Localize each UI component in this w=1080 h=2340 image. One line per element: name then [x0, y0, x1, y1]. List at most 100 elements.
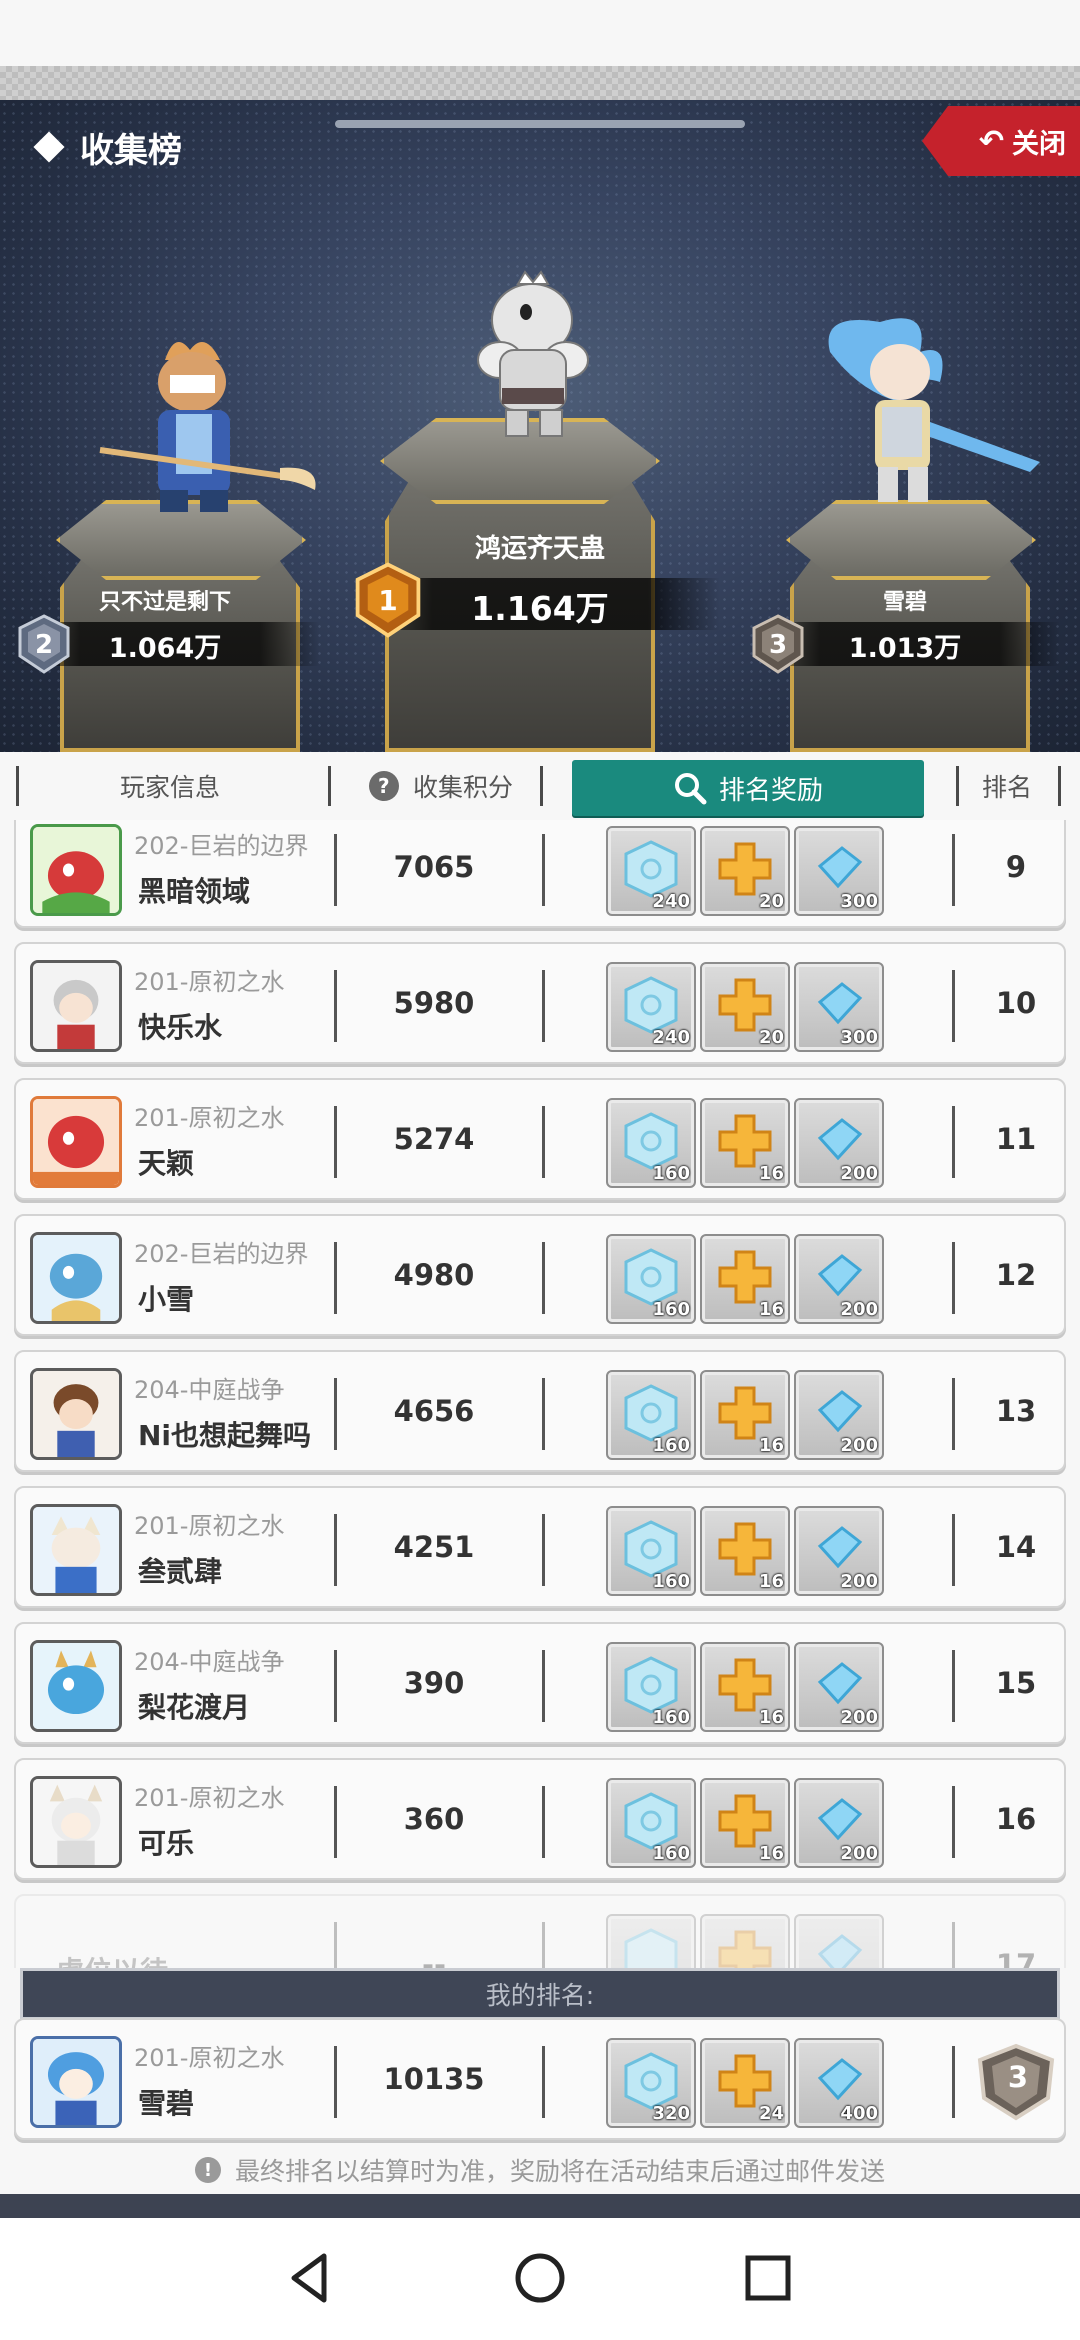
table-row[interactable]: 201-原初之水 可乐 360 160 16 200 16 [14, 1758, 1066, 1880]
reward-blue-gem[interactable]: 200 [794, 1642, 884, 1732]
divider [542, 1650, 545, 1722]
reward-count: 200 [840, 1707, 878, 1728]
champion-second-figure[interactable] [80, 330, 330, 520]
transparency-strip [0, 66, 1080, 100]
table-row[interactable]: 201-原初之水 快乐水 5980 240 20 300 10 [14, 942, 1066, 1064]
reward-gold-cross[interactable]: 16 [700, 1506, 790, 1596]
reward-count: 240 [652, 891, 690, 912]
server-name: 204-中庭战争 [134, 1648, 285, 1676]
tab-rank[interactable]: 排名 [962, 758, 1052, 814]
reward-count: 200 [840, 1435, 878, 1456]
divider [952, 1242, 955, 1314]
home-icon[interactable] [510, 2248, 570, 2308]
rank-value: 9 [1005, 850, 1027, 884]
podium-score-third: 1.013万 [848, 633, 962, 664]
reward-crystal-box[interactable]: 160 [606, 1778, 696, 1868]
player-name: 梨花渡月 [138, 1691, 251, 1724]
reward-gold-cross[interactable]: 16 [700, 1370, 790, 1460]
divider [952, 834, 955, 906]
reward-blue-gem[interactable]: 200 [794, 1506, 884, 1596]
reward-crystal-box[interactable]: 160 [606, 1642, 696, 1732]
avatar[interactable] [30, 2036, 122, 2128]
reward-gold-cross[interactable]: 16 [700, 1778, 790, 1868]
status-bar [0, 0, 1080, 66]
table-row[interactable]: 201-原初之水 天颖 5274 160 16 200 11 [14, 1078, 1066, 1200]
divider [542, 1786, 545, 1858]
avatar[interactable] [30, 1232, 122, 1324]
champion-first-figure[interactable] [440, 270, 630, 440]
divider [952, 970, 955, 1042]
reward-blue-gem[interactable]: 200 [794, 1370, 884, 1460]
tab-rank-reward-label: 排名奖励 [718, 775, 823, 806]
reward-crystal-box[interactable]: 240 [606, 962, 696, 1052]
drag-handle[interactable] [335, 120, 745, 128]
avatar[interactable] [30, 1096, 122, 1188]
reward-crystal-box[interactable]: 160 [606, 1098, 696, 1188]
reward-blue-gem[interactable]: 300 [794, 826, 884, 916]
reward-gold-cross[interactable]: 20 [700, 962, 790, 1052]
avatar[interactable] [30, 1776, 122, 1868]
footer-notice-text: 最终排名以结算时为准，奖励将在活动结束后通过邮件发送 [234, 2157, 885, 2186]
rank-value: 14 [995, 1530, 1037, 1564]
reward-blue-gem[interactable]: 200 [794, 1778, 884, 1868]
tab-divider [328, 766, 331, 806]
reward-count: 300 [840, 891, 878, 912]
table-row[interactable]: 201-原初之水 叁贰肆 4251 160 16 200 14 [14, 1486, 1066, 1608]
reward-gold-cross[interactable]: 16 [700, 1642, 790, 1732]
reward-crystal-box[interactable]: 160 [606, 1506, 696, 1596]
tab-player-info-label: 玩家信息 [119, 773, 220, 802]
reward-blue-gem[interactable]: 300 [794, 962, 884, 1052]
champion-third-figure[interactable] [790, 312, 1050, 512]
reward-count: 400 [840, 2103, 878, 2124]
app-root: 收集榜 ↶ 关闭 只不过是剩下 1.064万 2 鸿运齐天蛊 1.164万 1 … [0, 0, 1080, 2340]
player-name: Ni也想起舞吗 [138, 1419, 312, 1452]
divider [952, 1922, 955, 1968]
table-row[interactable]: 204-中庭战争 梨花渡月 390 160 16 200 15 [14, 1622, 1066, 1744]
avatar[interactable] [30, 1640, 122, 1732]
ranking-list[interactable]: 202-巨岩的边界 黑暗领域 7065 240 20 300 9 201-原初之… [0, 820, 1080, 1968]
crystal-box-icon [624, 1928, 678, 1968]
avatar[interactable] [30, 1504, 122, 1596]
score-value: -- [421, 1948, 447, 1968]
divider [542, 1242, 545, 1314]
reward-count: 16 [758, 1163, 784, 1184]
reward-gold-cross[interactable]: 16 [700, 1098, 790, 1188]
score-value: 390 [403, 1666, 465, 1700]
my-rank-row[interactable]: 201-原初之水 雪碧 10135 320 24 400 3 [14, 2018, 1066, 2140]
reward-gold-cross[interactable]: 20 [700, 826, 790, 916]
score-value: 5274 [393, 1122, 475, 1156]
player-name: 可乐 [138, 1827, 195, 1860]
recents-icon[interactable] [738, 2248, 798, 2308]
diamond-icon [33, 131, 65, 163]
score-value: 7065 [393, 850, 475, 884]
close-button[interactable]: ↶ 关闭 [922, 106, 1080, 176]
reward-gold-cross[interactable]: 16 [700, 1234, 790, 1324]
reward-crystal-box[interactable]: 240 [606, 826, 696, 916]
close-label: 关闭 [1012, 128, 1066, 160]
tab-player-info[interactable]: 玩家信息 [30, 758, 310, 814]
podium-score-first: 1.164万 [471, 589, 609, 628]
server-name: 204-中庭战争 [134, 1376, 285, 1404]
reward-blue-gem[interactable]: 200 [794, 1098, 884, 1188]
reward-blue-gem[interactable]: 400 [794, 2038, 884, 2128]
divider [542, 1106, 545, 1178]
reward-crystal-box[interactable]: 160 [606, 1234, 696, 1324]
reward-crystal-box[interactable]: 320 [606, 2038, 696, 2128]
avatar[interactable] [30, 960, 122, 1052]
podium-name-third: 雪碧 [882, 590, 927, 615]
reward-crystal-box[interactable]: 160 [606, 1370, 696, 1460]
reward-count: 160 [652, 1707, 690, 1728]
avatar[interactable] [30, 1368, 122, 1460]
table-row[interactable]: 202-巨岩的边界 黑暗领域 7065 240 20 300 9 [14, 820, 1066, 928]
reward-count: 200 [840, 1163, 878, 1184]
tab-rank-reward[interactable]: 排名奖励 [572, 760, 924, 816]
tab-collect-score[interactable]: ? 收集积分 [336, 758, 546, 814]
reward-gold-cross[interactable]: 24 [700, 2038, 790, 2128]
question-icon[interactable]: ? [362, 764, 406, 808]
avatar[interactable] [30, 824, 122, 916]
my-rank-header-text: 我的排名: [485, 1981, 595, 2010]
reward-blue-gem[interactable]: 200 [794, 1234, 884, 1324]
table-row[interactable]: 202-巨岩的边界 小雪 4980 160 16 200 12 [14, 1214, 1066, 1336]
back-icon[interactable] [280, 2248, 340, 2308]
table-row[interactable]: 204-中庭战争 Ni也想起舞吗 4656 160 16 200 13 [14, 1350, 1066, 1472]
